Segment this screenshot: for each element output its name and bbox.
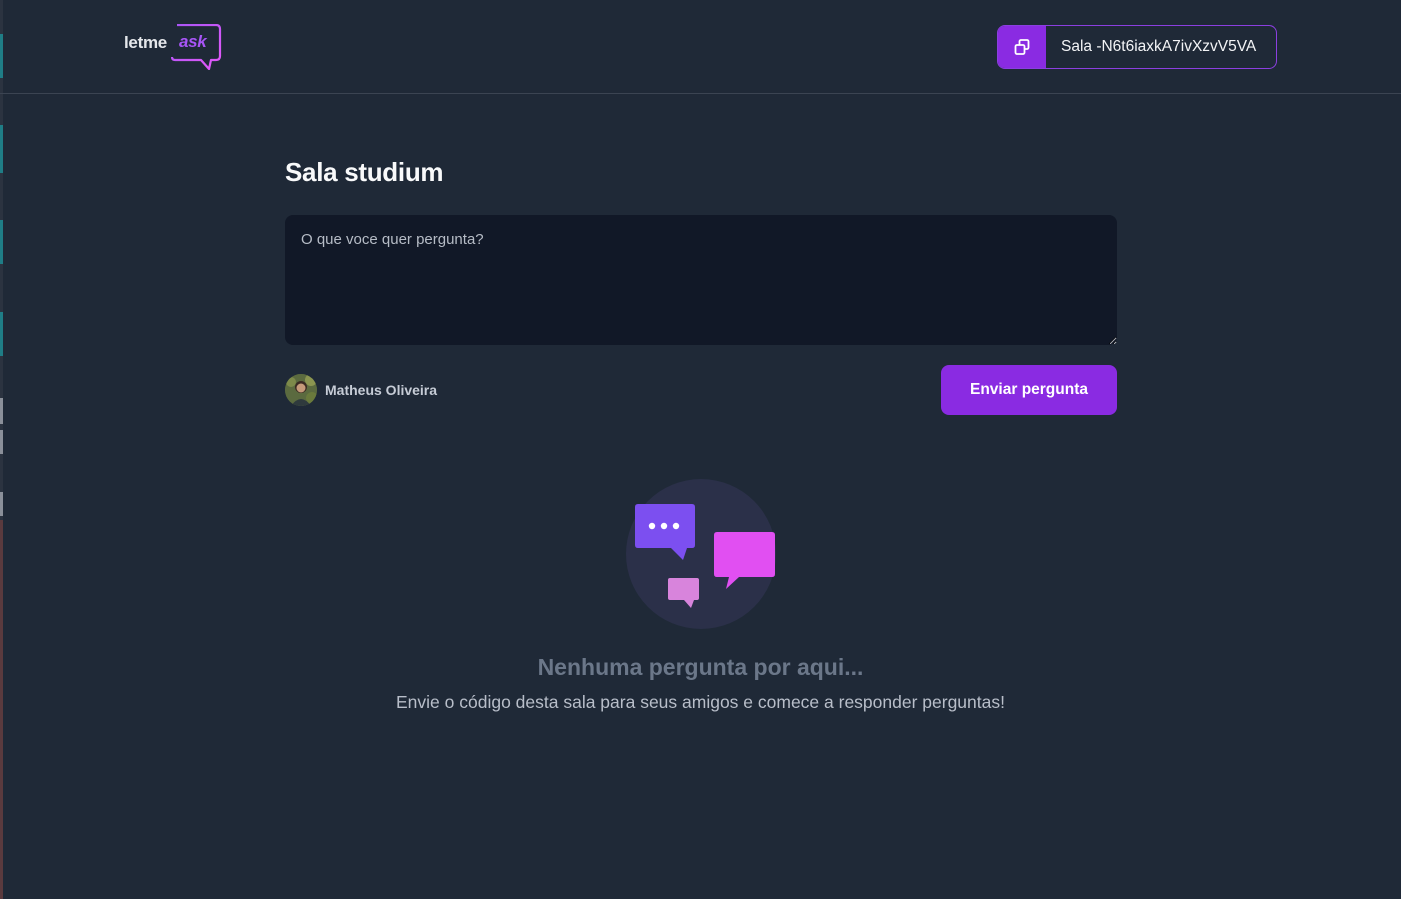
copy-button[interactable] [998,26,1046,68]
user-info: Matheus Oliveira [285,374,437,406]
empty-state-title: Nenhuma pergunta por aqui... [537,654,864,680]
empty-state-illustration [625,479,777,636]
question-input[interactable] [285,215,1117,345]
user-photo [285,374,317,406]
logo-text-letme: letme [124,33,167,52]
room-code-button[interactable]: Sala -N6t6iaxkA7ivXzvV5VA [997,25,1277,69]
letmeask-logo[interactable]: letme ask [124,24,222,70]
app-header: letme ask Sala -N6t6iaxkA7ivXzvV5VA [0,0,1401,94]
copy-icon [1014,39,1030,55]
window-edge [0,0,3,899]
chat-bubbles-icon [626,479,776,629]
avatar [285,374,317,406]
page-title: Sala studium [285,157,444,187]
empty-state-description: Envie o código desta sala para seus amig… [396,692,1005,712]
logo-text-ask: ask [179,32,207,51]
user-name: Matheus Oliveira [325,382,438,398]
send-question-button[interactable]: Enviar pergunta [941,365,1117,415]
room-code-label: Sala -N6t6iaxkA7ivXzvV5VA [1061,38,1257,55]
